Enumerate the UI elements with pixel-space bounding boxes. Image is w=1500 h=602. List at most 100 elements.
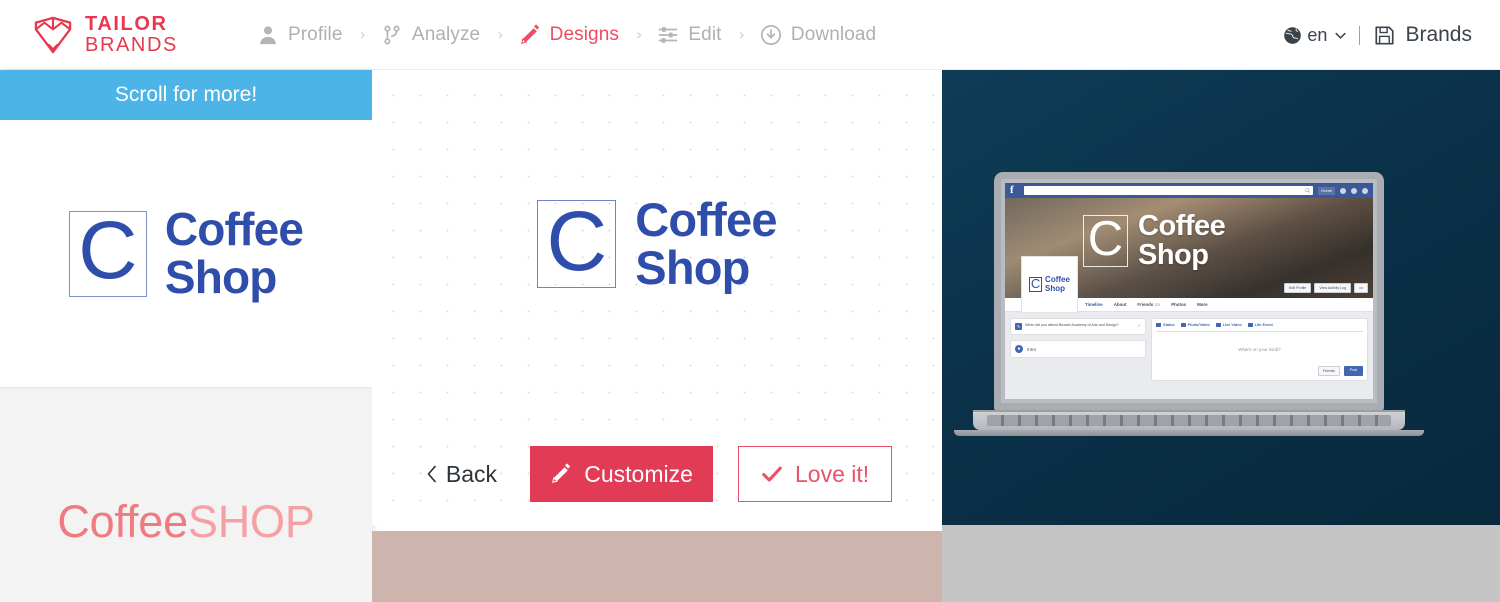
pencil-icon	[1156, 323, 1162, 327]
logo-variations-sidebar[interactable]: Scroll for more! C Coffee Shop CoffeeSHO…	[0, 70, 372, 602]
logo-wordmark-part1: Coffee	[57, 495, 188, 547]
next-mockup-strip-rose[interactable]	[372, 531, 942, 602]
tab-timeline[interactable]: Timeline	[1085, 302, 1103, 307]
next-mockup-strip-gray[interactable]	[942, 525, 1500, 602]
chevron-down-icon	[1335, 32, 1347, 39]
scroll-banner-label: Scroll for more!	[114, 83, 258, 106]
logo-wordmark-line1: Coffee	[1138, 210, 1226, 242]
logo-mark-letter: C	[1083, 214, 1128, 267]
nav-step-designs-label: Designs	[549, 23, 619, 45]
post-button[interactable]: Post	[1343, 366, 1363, 376]
brand-title-line2: BRANDS	[85, 33, 178, 56]
composer-tab-live-video-label: Live Video	[1222, 323, 1242, 327]
tailor-brands-heart-logo-icon	[34, 16, 72, 53]
download-icon	[760, 24, 781, 45]
composer-tab-live-video[interactable]: Live Video	[1215, 323, 1242, 327]
tab-friends-label: Friends	[1137, 302, 1154, 307]
search-icon	[1305, 188, 1311, 193]
nav-step-profile-label: Profile	[287, 23, 343, 45]
tab-friends[interactable]: Friends 329	[1137, 302, 1160, 307]
tab-friends-count: 329	[1154, 303, 1161, 307]
avatar-coffee-shop-logo: C Coffee Shop	[1029, 275, 1070, 293]
sidebar-logo-thumbnail-1[interactable]: C Coffee Shop	[0, 120, 372, 388]
nav-separator: ›	[635, 24, 643, 44]
friend-requests-icon[interactable]	[1340, 187, 1346, 194]
notifications-icon[interactable]	[1362, 187, 1368, 194]
tab-about[interactable]: About	[1114, 302, 1127, 307]
facebook-right-column: Status Photo/Video Live Video Life Event…	[1151, 318, 1368, 381]
question-row: ✎ When did you attend Bezalel Academy of…	[1015, 323, 1141, 330]
composer-tab-status[interactable]: Status	[1156, 323, 1175, 327]
view-activity-log-button[interactable]: View Activity Log	[1314, 283, 1352, 293]
nav-step-edit-label: Edit	[688, 23, 722, 45]
coffeeshop-wordmark-logo: CoffeeSHOP	[57, 495, 315, 548]
video-icon	[1215, 323, 1221, 327]
laptop-keys	[987, 415, 1391, 426]
tailor-brands-app: TAILOR BRANDS Profile › Analyze › Design…	[0, 0, 1500, 602]
composer-tab-photo-video-label: Photo/Video	[1187, 323, 1210, 327]
tailor-brands-logo[interactable]: TAILOR BRANDS	[32, 14, 178, 55]
audience-selector[interactable]: Friends	[1317, 366, 1340, 376]
nav-step-analyze[interactable]: Analyze	[381, 24, 480, 46]
close-icon[interactable]: ✕	[1138, 323, 1141, 328]
language-selector[interactable]: en	[1283, 25, 1347, 46]
user-icon	[260, 25, 276, 44]
facebook-search-input[interactable]	[1024, 186, 1314, 195]
composer-tab-photo-video[interactable]: Photo/Video	[1180, 323, 1210, 327]
sidebar-logo-thumbnail-2[interactable]: CoffeeSHOP	[0, 388, 372, 602]
facebook-page-mockup: f Home C Coffee Shop Edit Profile View A…	[1005, 183, 1373, 399]
clock-icon: ●	[1015, 345, 1023, 353]
edit-profile-button[interactable]: Edit Profile	[1283, 283, 1312, 293]
nav-step-profile[interactable]: Profile	[257, 24, 343, 46]
brand-mockup-preview-panel[interactable]: f Home C Coffee Shop Edit Profile View A…	[942, 70, 1500, 525]
header-divider	[1359, 25, 1361, 45]
intro-label: Intro	[1027, 346, 1037, 352]
pencil-icon: ✎	[1015, 323, 1022, 330]
chevron-left-icon	[427, 465, 436, 483]
composer-tab-status-label: Status	[1163, 323, 1175, 327]
composer-tabs: Status Photo/Video Live Video Life Event	[1156, 323, 1363, 332]
nav-separator: ›	[497, 24, 504, 44]
nav-separator: ›	[738, 24, 745, 44]
nav-step-designs[interactable]: Designs	[519, 24, 619, 46]
logo-wordmark-line2: Shop	[1045, 283, 1066, 293]
messages-icon[interactable]	[1351, 187, 1357, 194]
laptop-keyboard-base	[973, 410, 1405, 430]
composer-footer: Friends Post	[1156, 366, 1363, 376]
back-button[interactable]: Back	[422, 455, 501, 494]
brands-button[interactable]: Brands	[1374, 23, 1472, 47]
facebook-logo-icon: f	[1010, 184, 1014, 196]
canvas-action-bar: Back Customize Love it!	[372, 446, 942, 502]
check-icon	[762, 466, 782, 482]
coffee-shop-boxed-c-logo-large: C Coffee Shop	[537, 195, 778, 295]
logo-mark-letter: C	[68, 209, 147, 297]
facebook-left-column: ✎ When did you attend Bezalel Academy of…	[1010, 318, 1147, 381]
logo-wordmark: Coffee Shop	[635, 195, 777, 295]
tab-more[interactable]: More	[1197, 302, 1208, 307]
logo-wordmark-line2: Shop	[635, 241, 750, 295]
logo-wordmark: Coffee Shop	[1045, 275, 1070, 293]
facebook-cover-photo: C Coffee Shop Edit Profile View Activity…	[1005, 198, 1373, 313]
scroll-for-more-banner[interactable]: Scroll for more!	[0, 70, 372, 120]
laptop-screen: f Home C Coffee Shop Edit Profile View A…	[994, 172, 1384, 410]
nav-separator: ›	[359, 24, 366, 44]
tab-photos[interactable]: Photos	[1171, 302, 1186, 307]
branch-icon	[384, 25, 400, 44]
love-it-button[interactable]: Love it!	[738, 446, 893, 502]
more-options-button[interactable]: •••	[1354, 283, 1368, 293]
nav-step-edit[interactable]: Edit	[657, 24, 721, 46]
logo-preview-canvas: C Coffee Shop Back Customize Love it!	[372, 70, 942, 525]
customize-button-label: Customize	[584, 460, 693, 487]
photo-icon	[1180, 323, 1186, 327]
logo-wordmark-line1: Coffee	[164, 203, 304, 256]
nav-step-download-label: Download	[790, 23, 877, 45]
logo-mark-letter: C	[1029, 276, 1043, 292]
composer-placeholder[interactable]: What's on your mind?	[1156, 337, 1363, 366]
brands-button-label: Brands	[1405, 23, 1472, 46]
customize-button[interactable]: Customize	[530, 446, 714, 502]
composer-tab-life-event[interactable]: Life Event	[1247, 323, 1273, 327]
save-disk-icon	[1375, 25, 1395, 45]
nav-step-download[interactable]: Download	[760, 24, 876, 46]
laptop-mockup: f Home C Coffee Shop Edit Profile View A…	[954, 172, 1424, 436]
facebook-home-link[interactable]: Home	[1318, 186, 1335, 195]
